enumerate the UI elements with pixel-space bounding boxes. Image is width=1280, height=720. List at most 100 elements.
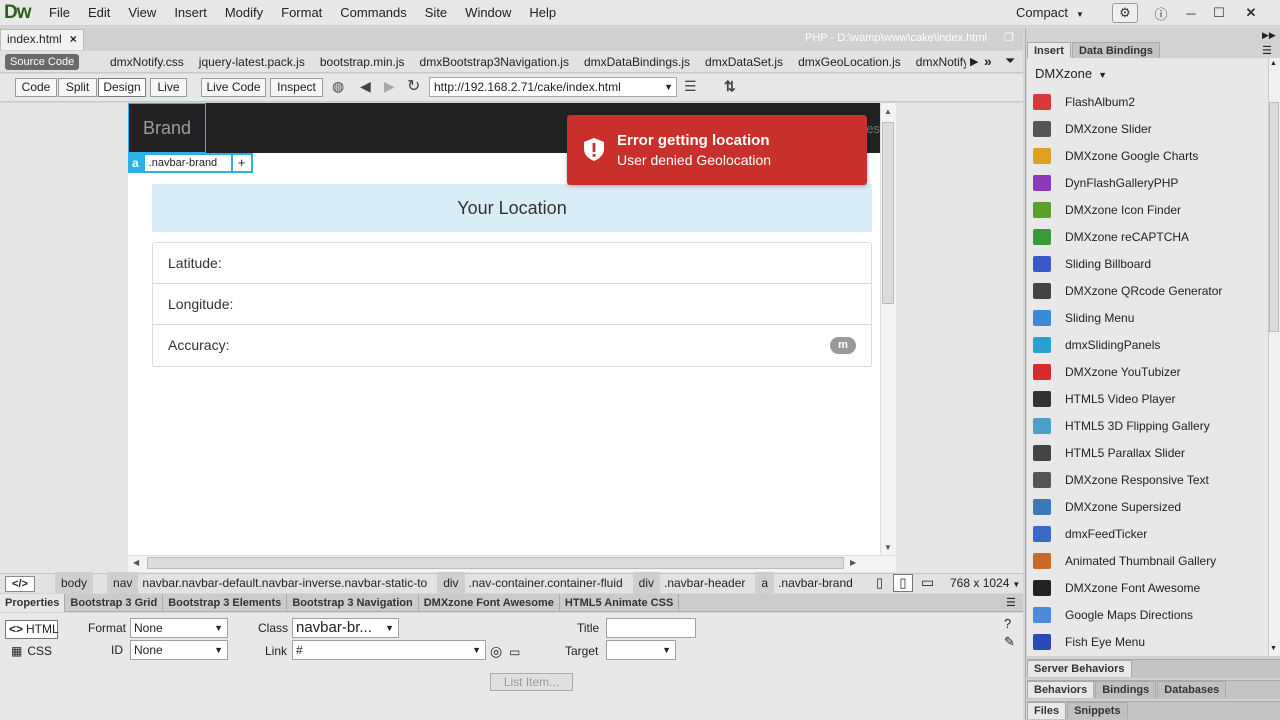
tab-font-awesome[interactable]: DMXzone Font Awesome [419,594,560,612]
menu-format[interactable]: Format [272,0,331,26]
quick-tag-editor-icon[interactable]: ✎ [1004,634,1015,650]
tab-animate-css[interactable]: HTML5 Animate CSS [560,594,680,612]
scroll-right-icon[interactable]: ▶ [970,55,978,68]
menu-commands[interactable]: Commands [331,0,415,26]
tag-path-tag[interactable]: div [632,572,660,594]
insert-panel-scroll-thumb[interactable] [1269,102,1279,332]
target-select[interactable]: ▼ [606,640,676,660]
related-file[interactable]: dmxNotify.js [916,51,966,73]
info-icon[interactable]: ⓘ [1150,3,1172,23]
window-size-select[interactable]: 768 x 1024 ▼ [950,576,1020,590]
tab-bindings[interactable]: Bindings [1095,681,1157,698]
navbar-brand[interactable]: Brand [128,103,206,153]
insert-item[interactable]: DMXzone Icon Finder [1033,196,1268,223]
tag-path-class[interactable]: .navbar-header [664,573,745,593]
html-mode-button[interactable]: <> HTML [5,620,59,639]
maximize-icon[interactable]: ☐ [1208,3,1230,23]
tab-files[interactable]: Files [1027,702,1067,719]
menu-window[interactable]: Window [456,0,520,26]
horizontal-scroll-thumb[interactable] [147,557,844,569]
scroll-up-icon[interactable]: ▲ [1270,60,1277,67]
related-file[interactable]: jquery-latest.pack.js [199,51,305,73]
back-arrow-icon[interactable]: ◀ [360,78,371,95]
insert-item[interactable]: FlashAlbum2 [1033,88,1268,115]
chevron-down-icon[interactable]: ▼ [664,78,673,96]
tag-path-class[interactable]: navbar.navbar-default.navbar-inverse.nav… [142,573,427,593]
menu-site[interactable]: Site [416,0,456,26]
panel-menu-icon[interactable]: ☰ [1006,596,1016,609]
layout-switcher[interactable]: Compact ▼ [1016,5,1084,20]
insert-item[interactable]: DMXzone Slider [1033,115,1268,142]
design-view-button[interactable]: Design [98,78,146,97]
insert-item[interactable]: DMXzone Font Awesome [1033,574,1268,601]
insert-item[interactable]: dmxSlidingPanels [1033,331,1268,358]
code-view-button[interactable]: Code [15,78,57,97]
element-class-field[interactable]: .navbar-brand [142,153,233,173]
related-file[interactable]: dmxDataBindings.js [584,51,690,73]
insert-item[interactable]: DMXzone reCAPTCHA [1033,223,1268,250]
point-to-file-icon[interactable]: ◎ [490,643,502,660]
vertical-scroll-thumb[interactable] [882,122,894,304]
split-view-button[interactable]: Split [58,78,97,97]
insert-item[interactable]: Google Maps Directions [1033,601,1268,628]
help-icon[interactable]: ? [1004,616,1011,631]
scroll-down-icon[interactable]: ▼ [1270,645,1277,652]
css-mode-button[interactable]: ▦ CSS [11,644,52,658]
tag-path-tag[interactable]: div [437,572,465,594]
related-file[interactable]: dmxDataSet.js [705,51,783,73]
title-input[interactable] [606,618,696,638]
tag-path-class[interactable]: .navbar-brand [778,573,853,593]
related-file[interactable]: dmxNotify.css [110,51,184,73]
insert-item[interactable]: DMXzone Google Charts [1033,142,1268,169]
menu-insert[interactable]: Insert [165,0,216,26]
address-bar[interactable]: http://192.168.2.71/cake/index.html ▼ [429,77,677,97]
insert-item[interactable]: DMXzone YouTubizer [1033,358,1268,385]
scroll-right-icon[interactable]: ▶ [850,558,856,567]
insert-item[interactable]: HTML5 Video Player [1033,385,1268,412]
inspect-button[interactable]: Inspect [270,78,323,97]
more-files-icon[interactable]: » [984,53,992,69]
scroll-down-icon[interactable]: ▼ [884,543,892,552]
sync-settings-icon[interactable]: ⚙ [1112,3,1138,23]
insert-item[interactable]: DynFlashGalleryPHP [1033,169,1268,196]
code-navigator-icon[interactable]: </> [5,576,35,592]
mobile-size-icon[interactable]: ▯ [876,575,883,591]
tab-server-behaviors[interactable]: Server Behaviors [1027,660,1132,677]
live-view-button[interactable]: Live [150,78,187,97]
tag-path-class[interactable]: .nav-container.container-fluid [469,573,623,593]
forward-arrow-icon[interactable]: ▶ [384,78,395,95]
live-code-button[interactable]: Live Code [201,78,266,97]
source-code-button[interactable]: Source Code [5,54,80,70]
tag-path-tag[interactable]: a [755,572,775,594]
menu-file[interactable]: File [40,0,79,26]
insert-category-select[interactable]: DMXzone ▼ [1035,66,1107,81]
insert-item[interactable]: Sliding Menu [1033,304,1268,331]
tab-bootstrap-elements[interactable]: Bootstrap 3 Elements [163,594,288,612]
related-file[interactable]: dmxGeoLocation.js [798,51,901,73]
scroll-up-icon[interactable]: ▲ [884,107,892,116]
tab-properties[interactable]: Properties [0,594,66,612]
scroll-left-icon[interactable]: ◀ [133,558,139,567]
error-notification[interactable]: Error getting location User denied Geolo… [567,115,867,185]
tab-data-bindings[interactable]: Data Bindings [1071,42,1160,58]
insert-item[interactable]: Fish Eye Menu [1033,628,1268,655]
desktop-size-icon[interactable]: ▭ [921,574,934,591]
insert-item[interactable]: HTML5 3D Flipping Gallery [1033,412,1268,439]
minimize-icon[interactable]: ─ [1180,3,1202,23]
tab-bootstrap-grid[interactable]: Bootstrap 3 Grid [65,594,164,612]
refresh-icon[interactable]: ↻ [407,76,420,96]
id-select[interactable]: None ▼ [130,640,228,660]
close-tab-icon[interactable]: × [70,32,77,46]
menu-edit[interactable]: Edit [79,0,119,26]
browse-folder-icon[interactable]: ▭ [509,645,520,659]
insert-item[interactable]: DMXzone QRcode Generator [1033,277,1268,304]
related-file[interactable]: dmxBootstrap3Navigation.js [420,51,569,73]
tablet-size-icon[interactable]: ▯ [893,574,913,592]
file-transfer-icon[interactable]: ⇅ [724,78,736,95]
tab-databases[interactable]: Databases [1157,681,1227,698]
globe-icon[interactable]: ◍ [332,78,344,95]
insert-item[interactable]: Sliding Billboard [1033,250,1268,277]
restore-document-icon[interactable]: ❐ [1004,31,1014,44]
insert-item[interactable]: HTML5 Parallax Slider [1033,439,1268,466]
menu-modify[interactable]: Modify [216,0,272,26]
